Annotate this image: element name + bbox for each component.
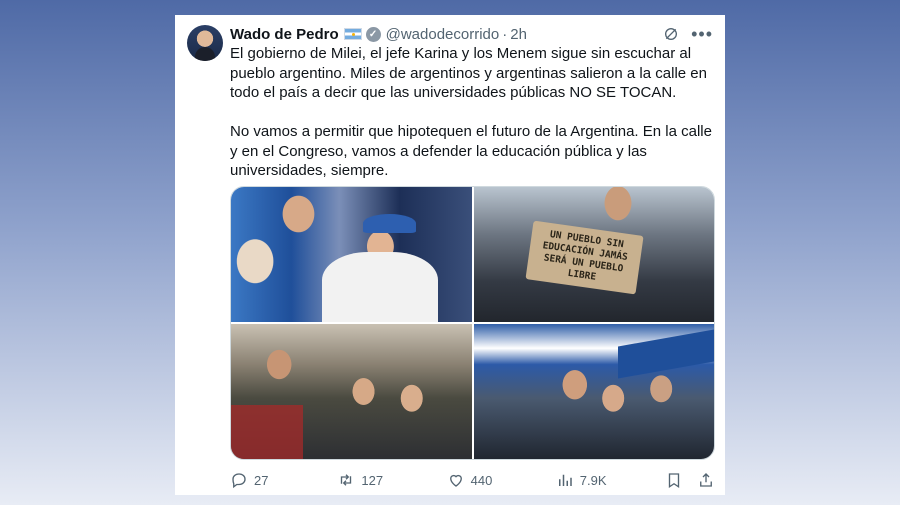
like-button[interactable]: 440 (447, 471, 556, 489)
reply-button[interactable]: 27 (230, 471, 309, 489)
photo-protest-sign[interactable]: UN PUEBLO SIN EDUCACIÓN JAMÁS SERÁ UN PU… (473, 187, 714, 322)
views-button[interactable]: 7.9K (556, 471, 665, 489)
tweet-header: Wado de Pedro ✓ @wadodecorrido · 2h ••• (230, 24, 713, 44)
retweet-button[interactable]: 127 (337, 471, 446, 489)
protest-sign: UN PUEBLO SIN EDUCACIÓN JAMÁS SERÁ UN PU… (525, 220, 644, 295)
header-actions: ••• (663, 25, 713, 43)
verified-badge-icon: ✓ (365, 26, 381, 42)
retweet-icon (341, 474, 352, 486)
photo-street-crowd[interactable] (231, 324, 472, 459)
tweet-card[interactable]: Wado de Pedro ✓ @wadodecorrido · 2h ••• … (175, 15, 725, 495)
tweet-text: El gobierno de Milei, el jefe Karina y l… (230, 44, 715, 181)
photo-group-selfie[interactable] (473, 324, 714, 459)
action-bar: 27 127 440 7.9K (230, 470, 715, 490)
retweet-count: 127 (361, 472, 384, 488)
view-count: 7.9K (579, 472, 607, 488)
like-icon (449, 474, 462, 487)
timestamp[interactable]: 2h (510, 26, 527, 43)
avatar[interactable] (187, 25, 223, 61)
photo-rally-embrace[interactable] (231, 187, 472, 322)
grok-icon[interactable] (663, 26, 679, 42)
share-icon[interactable] (697, 471, 715, 489)
views-icon (558, 474, 572, 486)
media-grid: UN PUEBLO SIN EDUCACIÓN JAMÁS SERÁ UN PU… (230, 186, 715, 460)
tweet-paragraph: El gobierno de Milei, el jefe Karina y l… (230, 45, 707, 101)
tweet-paragraph: No vamos a permitir que hipotequen el fu… (230, 123, 712, 179)
reply-count: 27 (254, 472, 269, 488)
bookmark-icon[interactable] (665, 471, 683, 489)
reply-icon (232, 473, 246, 489)
like-count: 440 (470, 472, 493, 488)
author-name[interactable]: Wado de Pedro (230, 26, 339, 43)
separator-dot: · (502, 25, 508, 43)
author-handle[interactable]: @wadodecorrido (386, 26, 500, 43)
right-actions (665, 471, 715, 489)
argentina-flag-icon (343, 28, 362, 40)
more-icon[interactable]: ••• (691, 25, 713, 43)
